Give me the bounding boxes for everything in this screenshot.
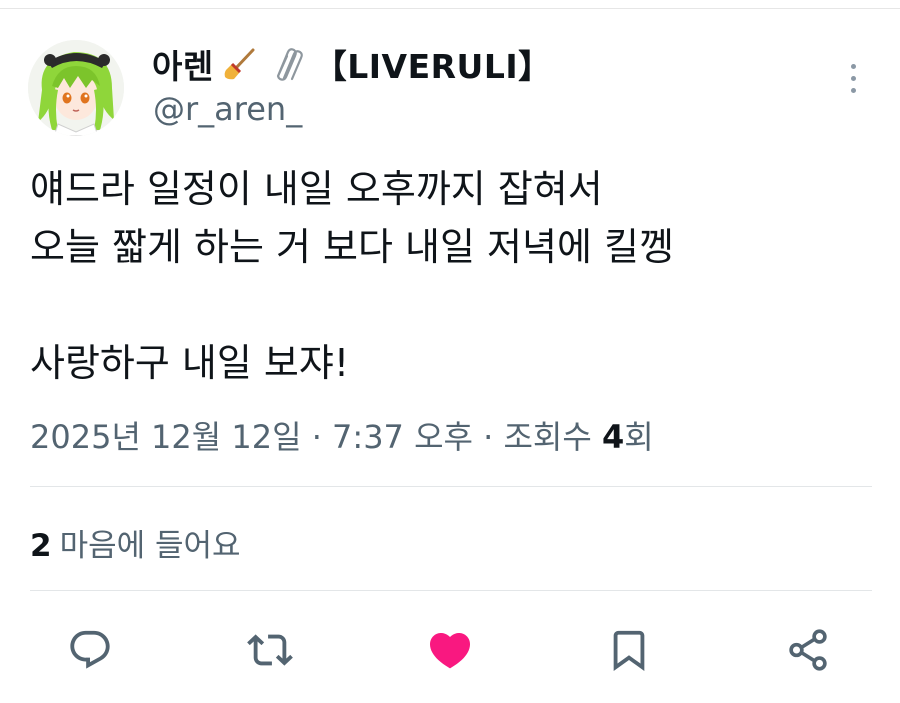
likes-label: 마음에 들어요 bbox=[59, 528, 241, 564]
tweet-line: 오늘 짧게 하는 거 보다 내일 저녁에 킬껭 bbox=[30, 225, 674, 269]
divider bbox=[30, 486, 872, 487]
author-name-row[interactable]: 아렌 【LIVERULI】 bbox=[152, 40, 552, 88]
tweet-meta: 2025년 12월 12일 · 7:37 오후 · 조회수 4회 bbox=[30, 412, 654, 458]
like-button[interactable] bbox=[425, 625, 475, 675]
divider bbox=[30, 590, 872, 591]
share-button[interactable] bbox=[783, 625, 833, 675]
tweet-detail: 아렌 【LIVERULI】 @r_aren_ 얘드라 일정이 내일 오후까지 잡… bbox=[0, 0, 900, 703]
reply-icon bbox=[70, 630, 110, 669]
views-suffix: 회 bbox=[624, 418, 654, 456]
bookmark-icon bbox=[613, 630, 645, 671]
like-icon bbox=[429, 633, 471, 669]
tweet-text: 얘드라 일정이 내일 오후까지 잡혀서 오늘 짧게 하는 거 보다 내일 저녁에… bbox=[30, 160, 870, 392]
avatar-image bbox=[28, 40, 124, 136]
paperclip-icon bbox=[266, 44, 306, 84]
bookmark-button[interactable] bbox=[604, 625, 654, 675]
broom-icon bbox=[222, 46, 258, 82]
more-options-icon[interactable] bbox=[838, 58, 868, 98]
tweet-timestamp[interactable]: 2025년 12월 12일 · 7:37 오후 · 조회수 bbox=[30, 418, 602, 456]
tweet-line: 사랑하구 내일 보쟈! bbox=[30, 341, 350, 385]
likes-count: 2 bbox=[30, 528, 52, 564]
reply-button[interactable] bbox=[65, 625, 115, 675]
tweet-line: 얘드라 일정이 내일 오후까지 잡혀서 bbox=[30, 167, 603, 211]
author-handle[interactable]: @r_aren_ bbox=[153, 90, 302, 128]
top-divider bbox=[0, 8, 900, 9]
author-display-name[interactable]: 아렌 bbox=[152, 40, 214, 88]
likes-summary[interactable]: 2 마음에 들어요 bbox=[30, 520, 241, 565]
author-brand-tag: 【LIVERULI】 bbox=[313, 47, 552, 86]
retweet-button[interactable] bbox=[245, 625, 295, 675]
views-count: 4 bbox=[601, 418, 625, 456]
retweet-icon bbox=[247, 634, 293, 666]
avatar[interactable] bbox=[28, 40, 124, 136]
share-icon bbox=[789, 629, 827, 671]
